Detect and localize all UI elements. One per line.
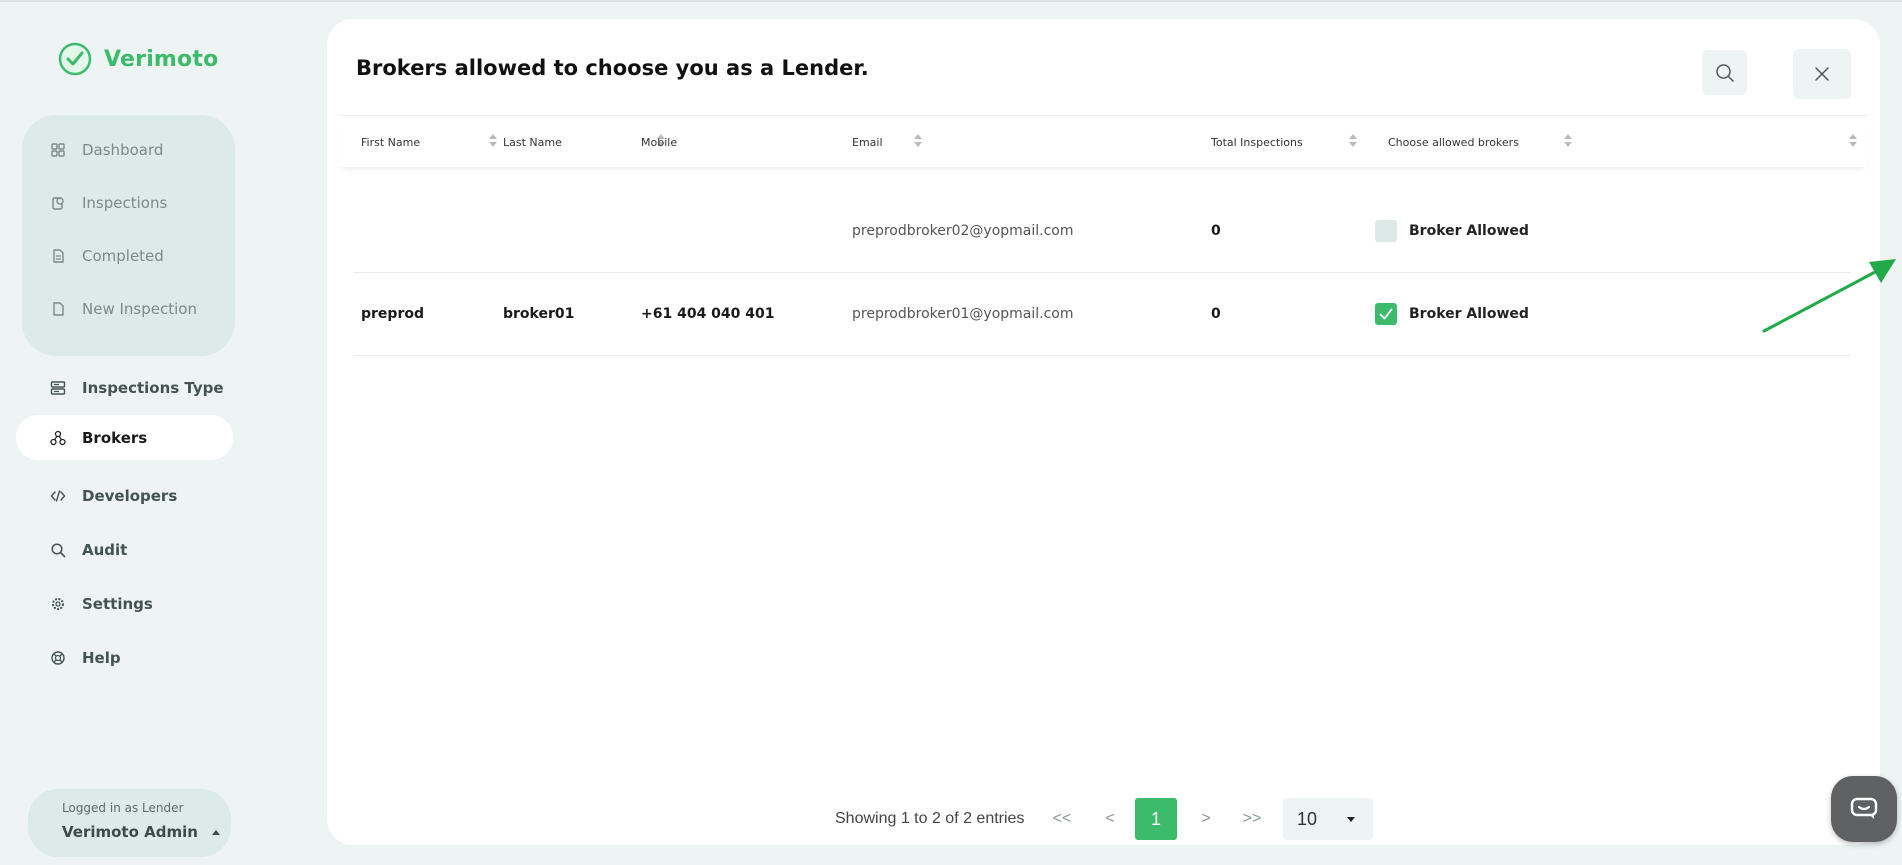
- sidebar-item-inspections-type[interactable]: Inspections Type: [16, 361, 233, 415]
- sort-icon[interactable]: [1349, 132, 1357, 150]
- sort-icon[interactable]: [1849, 132, 1857, 150]
- column-header-label: Email: [852, 135, 883, 149]
- page-size-select[interactable]: 10: [1283, 798, 1373, 840]
- dashboard-icon: [50, 142, 66, 158]
- cell-email: preprodbroker02@yopmail.com: [852, 223, 1074, 239]
- table-row: preprod broker01 +61 404 040 401 preprod…: [354, 272, 1851, 356]
- sidebar-item-label: Brokers: [82, 428, 148, 447]
- previous-page-button[interactable]: <: [1089, 798, 1131, 840]
- checkmark-icon: [1379, 308, 1393, 320]
- chat-icon: [1850, 797, 1878, 819]
- sidebar-item-label: Inspections: [82, 193, 168, 212]
- sidebar-item-brokers[interactable]: Brokers: [16, 415, 233, 460]
- sidebar: Verimoto Dashboard Inspections Completed: [0, 0, 300, 865]
- column-header-label: First Name: [361, 135, 421, 149]
- sidebar-item-settings[interactable]: Settings: [16, 577, 233, 631]
- column-header-first-name[interactable]: First Name: [361, 116, 420, 168]
- column-header-last-name[interactable]: Last Name: [503, 116, 562, 168]
- sidebar-secondary-nav: Dashboard Inspections Completed New Insp…: [22, 115, 235, 356]
- sidebar-item-completed[interactable]: Completed: [22, 229, 235, 282]
- search-icon: [50, 542, 66, 558]
- inspections-icon: [50, 195, 66, 211]
- broker-allowed-checkbox[interactable]: [1375, 220, 1397, 242]
- column-header-total-inspections[interactable]: Total Inspections: [1211, 116, 1303, 168]
- sidebar-item-help[interactable]: Help: [16, 631, 233, 685]
- chevron-down-icon: [1347, 817, 1355, 822]
- page-title: Brokers allowed to choose you as a Lende…: [356, 56, 869, 80]
- page-size-value: 10: [1297, 808, 1318, 829]
- column-header-label: Mobile: [641, 135, 678, 149]
- column-header-label: Last Name: [503, 135, 562, 149]
- inspections-type-icon: [50, 380, 66, 396]
- user-name-text: Verimoto Admin: [62, 823, 198, 841]
- next-page-button[interactable]: >: [1185, 798, 1227, 840]
- column-header-label: Total Inspections: [1211, 135, 1303, 149]
- column-header-allowed-brokers[interactable]: Choose allowed brokers: [1388, 116, 1519, 168]
- column-header-label: Choose allowed brokers: [1388, 135, 1519, 149]
- pagination: Showing 1 to 2 of 2 entries << < 1 > >> …: [327, 798, 1880, 842]
- sidebar-item-new-inspection[interactable]: New Inspection: [22, 282, 235, 335]
- sidebar-item-label: New Inspection: [82, 299, 197, 318]
- broker-allowed-toggle[interactable]: Broker Allowed: [1375, 189, 1529, 273]
- help-icon: [50, 650, 66, 666]
- cell-total-inspections: 0: [1211, 223, 1221, 239]
- sidebar-item-label: Developers: [82, 487, 178, 505]
- user-menu[interactable]: Logged in as Lender Verimoto Admin: [28, 789, 231, 857]
- sidebar-item-label: Settings: [82, 595, 153, 613]
- column-header-mobile[interactable]: Mobile: [641, 116, 677, 168]
- sidebar-item-label: Help: [82, 649, 121, 667]
- sidebar-item-label: Completed: [82, 246, 164, 265]
- table-header: First Name Last Name Mobile Email Total …: [339, 115, 1867, 167]
- sort-icon[interactable]: [489, 132, 497, 150]
- caret-up-icon: [211, 829, 220, 835]
- sort-icon[interactable]: [1564, 132, 1572, 150]
- brand-name: Verimoto: [104, 46, 219, 72]
- annotation-arrow-icon: [1762, 259, 1896, 333]
- column-header-email[interactable]: Email: [852, 116, 883, 168]
- table-row: preprodbroker02@yopmail.com 0 Broker All…: [354, 189, 1851, 273]
- gear-icon: [50, 596, 66, 612]
- broker-allowed-toggle[interactable]: Broker Allowed: [1375, 272, 1529, 356]
- cell-first-name: preprod: [361, 306, 424, 322]
- code-icon: [50, 488, 66, 504]
- close-icon: [1815, 67, 1829, 81]
- cell-total-inspections: 0: [1211, 306, 1221, 322]
- brokers-panel: Brokers allowed to choose you as a Lende…: [327, 19, 1896, 845]
- sidebar-item-dashboard[interactable]: Dashboard: [22, 123, 235, 176]
- completed-icon: [50, 248, 66, 264]
- search-icon: [1715, 63, 1734, 82]
- broker-allowed-label: Broker Allowed: [1409, 306, 1529, 322]
- sidebar-item-label: Audit: [82, 541, 128, 559]
- sidebar-main-nav: Inspections Type Brokers Developers Audi…: [16, 361, 233, 685]
- chat-launcher-button[interactable]: [1831, 776, 1897, 842]
- search-button[interactable]: [1702, 50, 1747, 95]
- page-button-current[interactable]: 1: [1135, 798, 1177, 840]
- cell-last-name: broker01: [503, 306, 575, 322]
- sidebar-item-label: Dashboard: [82, 140, 164, 159]
- brand-logo[interactable]: Verimoto: [58, 42, 218, 76]
- first-page-button[interactable]: <<: [1041, 798, 1083, 840]
- broker-allowed-label: Broker Allowed: [1409, 223, 1529, 239]
- broker-allowed-checkbox[interactable]: [1375, 303, 1397, 325]
- pagination-summary: Showing 1 to 2 of 2 entries: [835, 810, 1025, 827]
- cell-mobile: +61 404 040 401: [641, 306, 775, 322]
- sidebar-item-developers[interactable]: Developers: [16, 469, 233, 523]
- user-name: Verimoto Admin: [62, 823, 231, 841]
- sort-icon[interactable]: [914, 132, 922, 150]
- cell-email: preprodbroker01@yopmail.com: [852, 306, 1074, 322]
- sidebar-item-inspections[interactable]: Inspections: [22, 176, 235, 229]
- sidebar-item-audit[interactable]: Audit: [16, 523, 233, 577]
- user-role: Logged in as Lender: [62, 801, 184, 815]
- close-button[interactable]: [1793, 49, 1851, 99]
- new-inspection-icon: [50, 301, 66, 317]
- sidebar-item-label: Inspections Type: [82, 379, 224, 397]
- verimoto-logo-icon: [58, 42, 92, 76]
- brokers-icon: [50, 430, 66, 446]
- last-page-button[interactable]: >>: [1231, 798, 1273, 840]
